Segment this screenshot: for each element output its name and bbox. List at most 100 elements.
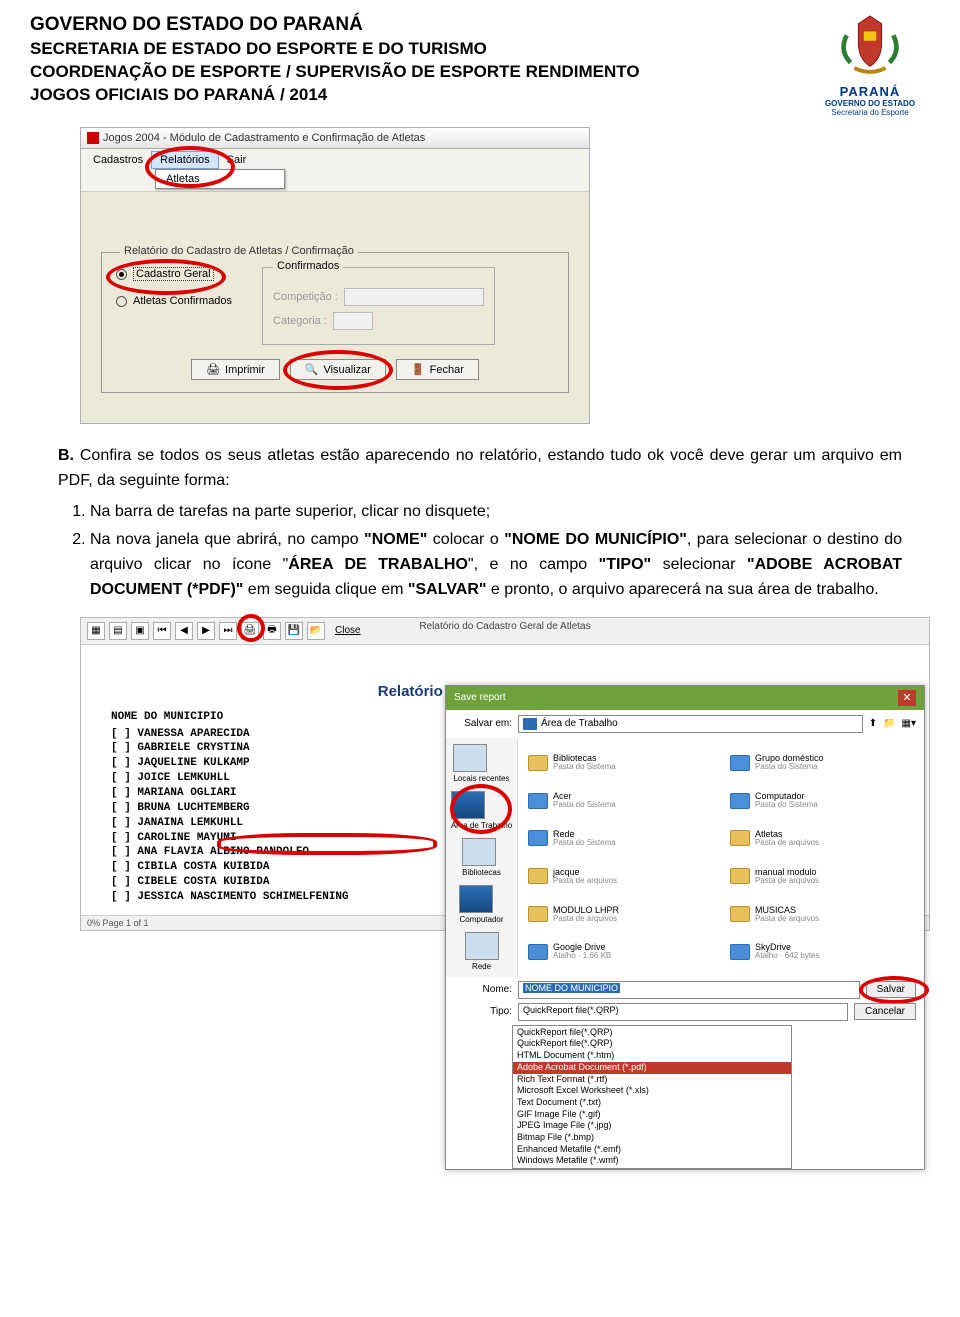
dialog-titlebar: Save report ✕	[446, 686, 924, 710]
location-value: Área de Trabalho	[541, 718, 618, 729]
file-item[interactable]: AtletasPasta de arquivos	[730, 821, 914, 855]
file-item[interactable]: Grupo domésticoPasta do Sistema	[730, 746, 914, 780]
view-menu-icon[interactable]: ▦▾	[902, 718, 916, 729]
categoria-select[interactable]	[333, 312, 373, 330]
radio-atletas-confirmados[interactable]: Atletas Confirmados	[116, 295, 232, 307]
confirmados-group: Confirmados Competição : Categoria :	[262, 267, 495, 345]
menubar[interactable]: CadastrosRelatóriosSair Atletas	[81, 149, 589, 192]
toolbar-btn[interactable]: ▦	[87, 622, 105, 640]
location-select[interactable]: Área de Trabalho	[518, 715, 863, 733]
cancelar-button[interactable]: Cancelar	[854, 1003, 916, 1020]
up-folder-icon[interactable]: ⬆	[869, 718, 877, 729]
desktop-icon	[523, 718, 537, 730]
print-setup-button[interactable]: 🖶	[263, 622, 281, 640]
new-folder-icon[interactable]: 📁	[883, 718, 895, 729]
competicao-select[interactable]	[344, 288, 484, 306]
file-item[interactable]: jacquePasta de arquivos	[528, 859, 712, 893]
categoria-label: Categoria :	[273, 315, 327, 327]
print-icon	[206, 363, 220, 376]
preview-window-title: Relatório do Cadastro Geral de Atletas	[419, 621, 590, 632]
close-icon[interactable]: ✕	[898, 690, 916, 706]
step-1: Na barra de tarefas na parte superior, c…	[90, 500, 902, 525]
radio-label: Cadastro Geral	[133, 267, 214, 281]
state-logo: PARANÁ GOVERNO DO ESTADO Secretaria do E…	[810, 12, 930, 117]
salvar-button[interactable]: Salvar	[866, 981, 916, 998]
places-sidebar: Locais recentes Área de Trabalho Bibliot…	[446, 738, 518, 977]
header-line3: COORDENAÇÃO DE ESPORTE / SUPERVISÃO DE E…	[30, 61, 640, 84]
libraries-place[interactable]: Bibliotecas	[462, 838, 501, 877]
close-button[interactable]: Close	[335, 625, 361, 636]
file-item[interactable]: SkyDriveAtalho · 642 bytes	[730, 935, 914, 969]
desktop-place[interactable]: Área de Trabalho	[451, 791, 512, 830]
print-button[interactable]: 🖨	[241, 622, 259, 640]
report-panel: Relatório do Cadastro de Atletas / Confi…	[101, 252, 569, 393]
coat-of-arms-icon	[830, 12, 910, 82]
type-option[interactable]: Text Document (*.txt)	[513, 1097, 791, 1109]
menu-cadastros[interactable]: Cadastros	[85, 152, 151, 168]
radio-icon	[116, 296, 127, 307]
tipo-label: Tipo:	[454, 1006, 512, 1017]
save-button[interactable]: 💾	[285, 622, 303, 640]
file-item[interactable]: MUSICASPasta de arquivos	[730, 897, 914, 931]
header-line1: GOVERNO DO ESTADO DO PARANÁ	[30, 12, 640, 38]
header-line4: JOGOS OFICIAIS DO PARANÁ / 2014	[30, 84, 640, 107]
document-header: GOVERNO DO ESTADO DO PARANÁ SECRETARIA D…	[30, 12, 930, 117]
menu-relatorios[interactable]: Relatórios	[151, 151, 219, 169]
type-option[interactable]: GIF Image File (*.gif)	[513, 1109, 791, 1121]
toolbar-btn[interactable]: ▣	[131, 622, 149, 640]
nav-last[interactable]: ⏭	[219, 622, 237, 640]
type-option[interactable]: Enhanced Metafile (*.emf)	[513, 1144, 791, 1156]
file-item[interactable]: manual moduloPasta de arquivos	[730, 859, 914, 893]
window-title: Jogos 2004 - Módulo de Cadastramento e C…	[103, 132, 425, 144]
file-item[interactable]: AcerPasta do Sistema	[528, 784, 712, 818]
file-item[interactable]: Google DriveAtalho · 1.66 KB	[528, 935, 712, 969]
computer-place[interactable]: Computador	[459, 885, 503, 924]
imprimir-button[interactable]: Imprimir	[191, 359, 280, 380]
radio-label: Atletas Confirmados	[133, 295, 232, 307]
open-button[interactable]: 📂	[307, 622, 325, 640]
screenshot-report-preview: ▦ ▤ ▣ ⏮ ◀ ▶ ⏭ 🖨 🖶 💾 📂 Close Relatório do…	[80, 617, 930, 931]
file-item[interactable]: MODULO LHPRPasta de arquivos	[528, 897, 712, 931]
file-item[interactable]: RedePasta do Sistema	[528, 821, 712, 855]
nome-label: Nome:	[454, 984, 512, 995]
type-option[interactable]: Bitmap File (*.bmp)	[513, 1132, 791, 1144]
nav-first[interactable]: ⏮	[153, 622, 171, 640]
fechar-button[interactable]: Fechar	[396, 359, 479, 380]
type-option[interactable]: Windows Metafile (*.wmf)	[513, 1155, 791, 1167]
toolbar-btn[interactable]: ▤	[109, 622, 127, 640]
header-line2: SECRETARIA DE ESTADO DO ESPORTE E DO TUR…	[30, 38, 640, 61]
panel-title: Relatório do Cadastro de Atletas / Confi…	[120, 245, 358, 257]
recent-places[interactable]: Locais recentes	[453, 744, 509, 783]
salvar-em-label: Salvar em:	[454, 718, 512, 729]
file-item[interactable]: ComputadorPasta do Sistema	[730, 784, 914, 818]
type-option[interactable]: Rich Text Format (*.rtf)	[513, 1074, 791, 1086]
logo-title: PARANÁ	[810, 84, 930, 99]
screenshot-app-window: Jogos 2004 - Módulo de Cadastramento e C…	[80, 127, 590, 424]
type-option[interactable]: JPEG Image File (*.jpg)	[513, 1120, 791, 1132]
type-option[interactable]: QuickReport file(*.QRP)	[513, 1027, 791, 1039]
filename-input[interactable]: NOME DO MUNICIPIO	[518, 981, 860, 999]
type-option[interactable]: Microsoft Excel Worksheet (*.xls)	[513, 1085, 791, 1097]
type-option[interactable]: HTML Document (*.htm)	[513, 1050, 791, 1062]
competicao-label: Competição :	[273, 291, 338, 303]
window-titlebar: Jogos 2004 - Módulo de Cadastramento e C…	[81, 128, 589, 149]
visualizar-button[interactable]: Visualizar	[290, 359, 386, 380]
radio-cadastro-geral[interactable]: Cadastro Geral	[116, 267, 232, 281]
type-option-pdf[interactable]: Adobe Acrobat Document (*.pdf)	[513, 1062, 791, 1074]
nav-prev[interactable]: ◀	[175, 622, 193, 640]
filetype-select[interactable]: QuickReport file(*.QRP)	[518, 1003, 848, 1021]
network-place[interactable]: Rede	[465, 932, 499, 971]
header-text-block: GOVERNO DO ESTADO DO PARANÁ SECRETARIA D…	[30, 12, 640, 106]
submenu-atletas[interactable]: Atletas	[155, 169, 285, 189]
save-dialog: Save report ✕ Salvar em: Área de Trabalh…	[445, 685, 925, 1170]
file-item[interactable]: BibliotecasPasta do Sistema	[528, 746, 712, 780]
nav-next[interactable]: ▶	[197, 622, 215, 640]
radio-icon	[116, 269, 127, 280]
filetype-dropdown[interactable]: QuickReport file(*.QRP) QuickReport file…	[512, 1025, 792, 1169]
preview-toolbar: ▦ ▤ ▣ ⏮ ◀ ▶ ⏭ 🖨 🖶 💾 📂 Close Relatório do…	[81, 618, 929, 645]
step-2: Na nova janela que abrirá, no campo "NOM…	[90, 528, 902, 602]
menu-sair[interactable]: Sair	[219, 152, 255, 168]
app-icon	[87, 132, 99, 144]
type-option[interactable]: QuickReport file(*.QRP)	[513, 1038, 791, 1050]
lead-letter: B.	[58, 447, 74, 464]
